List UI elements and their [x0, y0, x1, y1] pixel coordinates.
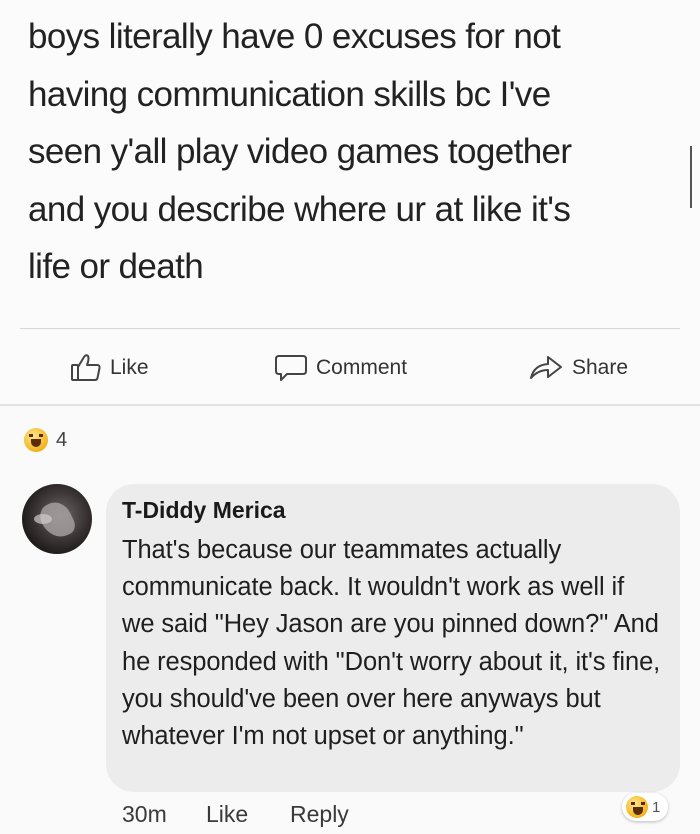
post-text-line: having communication skills bc I've — [28, 74, 551, 114]
share-button[interactable]: Share — [528, 350, 628, 386]
avatar[interactable] — [22, 484, 92, 554]
post-text-line: boys literally have 0 excuses for not — [28, 17, 561, 56]
share-label: Share — [572, 356, 629, 379]
comment-author[interactable]: T-Diddy Merica — [122, 497, 286, 524]
reaction-summary[interactable]: 4 — [24, 428, 67, 452]
comment-text: That's because our teammates actually co… — [122, 536, 661, 751]
post-text-line: life or death — [28, 247, 204, 286]
divider — [20, 328, 680, 329]
post-text-line: seen y'all play video games together — [28, 132, 572, 171]
comment-reaction-count: 1 — [652, 798, 661, 816]
comment-like-button[interactable]: Like — [206, 801, 248, 828]
like-label: Like — [110, 356, 149, 379]
haha-emoji-icon — [24, 428, 48, 452]
scrollbar[interactable] — [690, 146, 692, 208]
comment-timestamp: 30m — [122, 801, 167, 827]
reaction-count: 4 — [56, 428, 68, 451]
post-text-line: and you describe where ur at like it's — [28, 189, 571, 229]
speech-bubble-icon — [274, 353, 308, 383]
post-text: boys literally have 0 excuses for not ha… — [28, 8, 668, 296]
comment-button[interactable]: Comment — [274, 350, 407, 386]
comment-reply-button[interactable]: Reply — [290, 801, 349, 828]
post-card: boys literally have 0 excuses for not ha… — [0, 0, 700, 405]
comment-label: Comment — [316, 356, 408, 379]
thumbs-up-icon — [70, 353, 102, 383]
haha-emoji-icon — [626, 796, 648, 818]
share-arrow-icon — [528, 353, 564, 383]
like-button[interactable]: Like — [70, 350, 149, 386]
comment-reaction-badge[interactable]: 1 — [622, 793, 669, 821]
